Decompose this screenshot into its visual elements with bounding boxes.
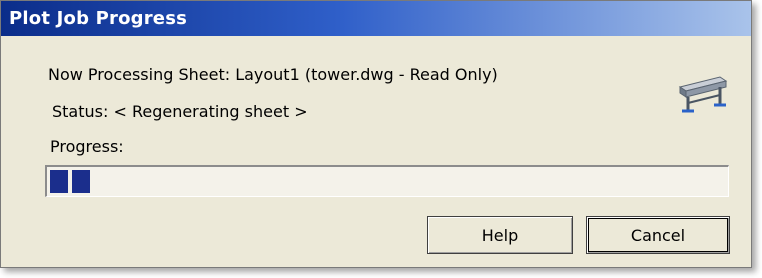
plotter-icon	[678, 76, 728, 113]
progress-label: Progress:	[50, 137, 124, 156]
progress-bar-fill	[50, 170, 91, 193]
title-bar[interactable]: Plot Job Progress	[1, 1, 751, 36]
progress-bar	[45, 165, 729, 197]
processing-sheet-text: Now Processing Sheet: Layout1 (tower.dwg…	[48, 65, 498, 84]
progress-block	[50, 170, 68, 193]
status-text: Status: < Regenerating sheet >	[52, 102, 308, 121]
progress-block	[72, 170, 90, 193]
window-title: Plot Job Progress	[9, 8, 188, 29]
cancel-button[interactable]: Cancel	[586, 216, 730, 254]
plot-job-progress-dialog: Plot Job Progress Now Processing Sheet: …	[0, 0, 752, 268]
help-button[interactable]: Help	[427, 216, 573, 254]
